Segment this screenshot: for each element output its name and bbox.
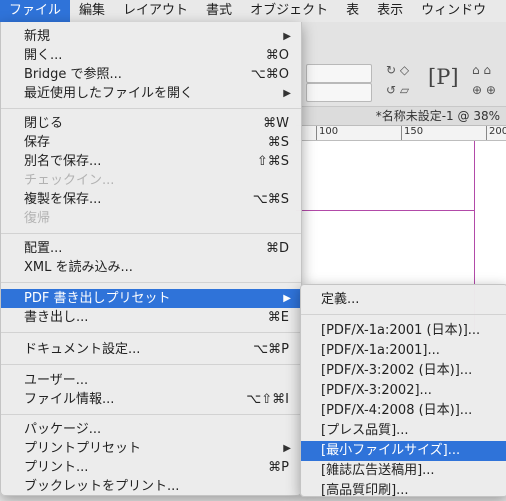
ruler-label: 100 xyxy=(319,126,339,137)
menu-item-save-as[interactable]: 別名で保存... ⇧⌘S xyxy=(1,152,301,171)
menu-separator xyxy=(1,233,301,234)
file-menu: 新規 ▶ 開く... ⌘O Bridge で参照... ⌥⌘O 最近使用したファ… xyxy=(0,22,302,496)
menubar-layout[interactable]: レイアウト xyxy=(114,0,197,22)
menu-item-place[interactable]: 配置... ⌘D xyxy=(1,239,301,258)
menu-item-new[interactable]: 新規 ▶ xyxy=(1,27,301,46)
horizontal-ruler: 100 150 200 xyxy=(296,126,506,141)
submenu-item-pdfx4-2008-japan[interactable]: [PDF/X-4:2008 (日本)]... xyxy=(301,401,506,421)
menubar-window[interactable]: ウィンドウ xyxy=(412,0,495,22)
menu-item-print-presets[interactable]: プリントプリセット ▶ xyxy=(1,439,301,458)
control-field-2[interactable] xyxy=(306,83,372,102)
shortcut: ⌥⌘O xyxy=(250,67,289,82)
shortcut: ⌘W xyxy=(263,116,289,131)
menu-separator xyxy=(1,364,301,365)
shortcut: ⇧⌘S xyxy=(256,154,289,169)
menu-item-export[interactable]: 書き出し... ⌘E xyxy=(1,308,301,327)
submenu-item-magazine-ads[interactable]: [雑誌広告送稿用]... xyxy=(301,461,506,481)
menu-item-revert: 復帰 xyxy=(24,211,51,226)
control-field-1[interactable] xyxy=(306,64,372,83)
submenu-item-define[interactable]: 定義... xyxy=(301,290,506,310)
shortcut: ⌘E xyxy=(267,310,289,325)
submenu-arrow-icon: ▶ xyxy=(283,31,291,42)
menu-separator xyxy=(1,414,301,415)
document-tab-title: *名称未設定-1 @ 38% xyxy=(375,109,500,123)
submenu-item-pdfx1a-2001-japan[interactable]: [PDF/X-1a:2001 (日本)]... xyxy=(301,321,506,341)
menu-item-import-xml[interactable]: XML を読み込み... xyxy=(1,258,301,277)
menu-item-user[interactable]: ユーザー... xyxy=(1,371,301,390)
menu-separator xyxy=(1,108,301,109)
submenu-item-pdfx3-2002-japan[interactable]: [PDF/X-3:2002 (日本)]... xyxy=(301,361,506,381)
menubar-view[interactable]: 表示 xyxy=(368,0,412,22)
submenu-item-high-quality-print[interactable]: [高品質印刷]... xyxy=(301,481,506,501)
document-tab[interactable]: *名称未設定-1 @ 38% xyxy=(296,107,506,126)
distribute-icon[interactable]: ⊕ ⊕ xyxy=(472,82,496,98)
align-icon[interactable]: ⌂ ⌂ xyxy=(472,62,491,78)
menu-item-document-setup[interactable]: ドキュメント設定... ⌥⌘P xyxy=(1,340,301,359)
rotate-icon[interactable]: ↻ ◇ xyxy=(386,62,409,78)
control-panel: ↻ ◇ ↺ ▱ ⌂ ⌂ ⊕ ⊕ xyxy=(296,22,506,107)
menubar-type[interactable]: 書式 xyxy=(197,0,241,22)
menu-item-file-info[interactable]: ファイル情報... ⌥⇧⌘I xyxy=(1,390,301,409)
menu-item-pdf-export-presets[interactable]: PDF 書き出しプリセット ▶ xyxy=(1,289,301,308)
submenu-item-press-quality[interactable]: [プレス品質]... xyxy=(301,421,506,441)
menu-item-close[interactable]: 閉じる ⌘W xyxy=(1,114,301,133)
menu-item-print-booklet[interactable]: ブックレットをプリント... xyxy=(1,477,301,496)
margin-guide-horizontal xyxy=(296,210,475,211)
menubar-object[interactable]: オブジェクト xyxy=(241,0,337,22)
menubar-file[interactable]: ファイル xyxy=(0,0,71,22)
menu-separator xyxy=(1,332,301,333)
shortcut: ⌘P xyxy=(268,460,289,475)
shear-icon[interactable]: ↺ ▱ xyxy=(386,82,409,98)
menu-item-save[interactable]: 保存 ⌘S xyxy=(1,133,301,152)
ruler-label: 150 xyxy=(404,126,424,137)
shortcut: ⌥⌘P xyxy=(253,342,289,357)
submenu-arrow-icon: ▶ xyxy=(283,443,291,454)
menu-separator xyxy=(1,282,301,283)
submenu-item-smallest-file-size[interactable]: [最小ファイルサイズ]... xyxy=(301,441,506,461)
menu-item-print[interactable]: プリント... ⌘P xyxy=(1,458,301,477)
shortcut: ⌘O xyxy=(265,48,289,63)
submenu-arrow-icon: ▶ xyxy=(283,88,291,99)
submenu-item-pdfx3-2002[interactable]: [PDF/X-3:2002]... xyxy=(301,381,506,401)
submenu-item-pdfx1a-2001[interactable]: [PDF/X-1a:2001]... xyxy=(301,341,506,361)
ruler-label: 200 xyxy=(489,126,506,137)
menubar-table[interactable]: 表 xyxy=(337,0,368,22)
menu-item-open[interactable]: 開く... ⌘O xyxy=(1,46,301,65)
menu-item-package[interactable]: パッケージ... xyxy=(1,420,301,439)
menu-item-save-a-copy[interactable]: 複製を保存... ⌥⌘S xyxy=(1,190,301,209)
shortcut: ⌥⌘S xyxy=(252,192,289,207)
shortcut: ⌥⇧⌘I xyxy=(246,392,289,407)
text-frame-icon[interactable]: [P] xyxy=(428,62,459,92)
submenu-arrow-icon: ▶ xyxy=(283,293,291,304)
menu-item-browse-in-bridge[interactable]: Bridge で参照... ⌥⌘O xyxy=(1,65,301,84)
menu-bar: ファイル 編集 レイアウト 書式 オブジェクト 表 表示 ウィンドウ xyxy=(0,0,506,23)
menu-item-check-in: チェックイン... xyxy=(24,173,115,188)
shortcut: ⌘S xyxy=(267,135,289,150)
menu-item-open-recent[interactable]: 最近使用したファイルを開く ▶ xyxy=(1,84,301,103)
shortcut: ⌘D xyxy=(265,241,289,256)
pdf-presets-submenu: 定義... [PDF/X-1a:2001 (日本)]... [PDF/X-1a:… xyxy=(300,284,506,498)
menubar-edit[interactable]: 編集 xyxy=(70,0,114,22)
menu-separator xyxy=(301,314,506,315)
